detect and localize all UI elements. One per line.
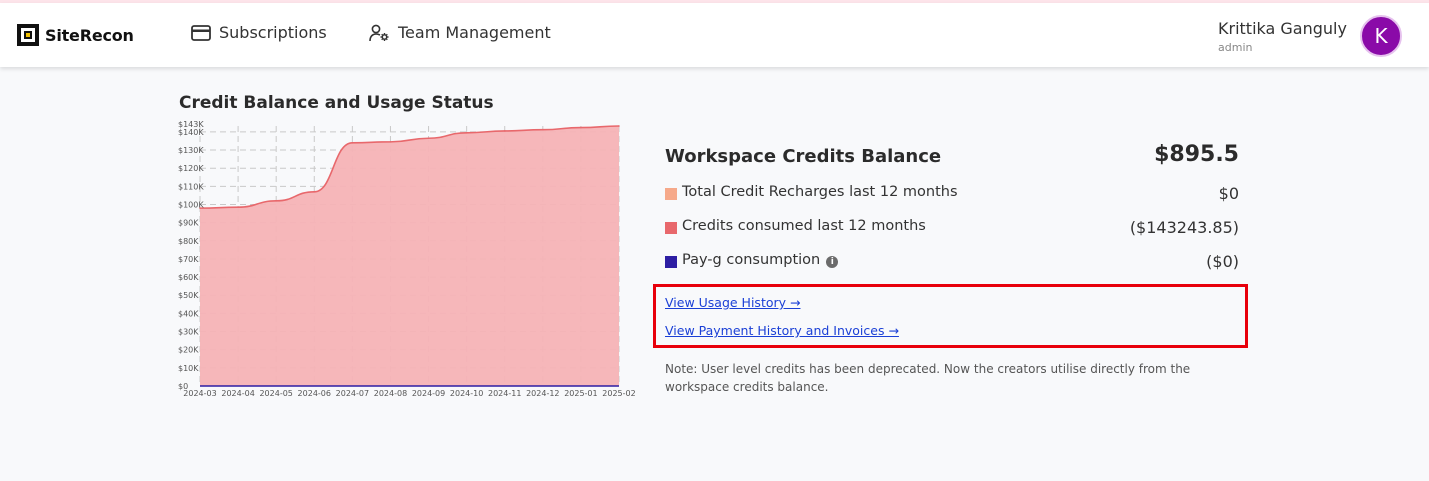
highlight-box bbox=[653, 284, 1248, 348]
data-point bbox=[351, 141, 354, 144]
data-point bbox=[580, 126, 582, 129]
x-tick-label: 2024-07 bbox=[336, 389, 369, 398]
view-payment-history-label: View Payment History and Invoices bbox=[665, 323, 885, 338]
y-tick-label: $130K bbox=[178, 146, 204, 155]
payg-swatch bbox=[665, 256, 677, 268]
credit-balance-chart: $0$10K$20K$30K$40K$50K$60K$70K$80K$90K$1… bbox=[178, 120, 636, 398]
user-role: admin bbox=[1218, 41, 1253, 54]
x-tick-label: 2024-06 bbox=[298, 389, 331, 398]
arrow-right-icon: → bbox=[786, 295, 801, 310]
y-tick-label: $10K bbox=[178, 364, 199, 373]
stat-label: Credits consumed last 12 months bbox=[682, 218, 926, 234]
y-tick-label: $40K bbox=[178, 309, 199, 318]
nav-team-management-label: Team Management bbox=[398, 23, 551, 42]
balance-label: Workspace Credits Balance bbox=[665, 146, 942, 167]
chart-area bbox=[199, 125, 620, 387]
stat-recharges: Total Credit Recharges last 12 months $0 bbox=[665, 184, 1239, 206]
stat-payg: Pay-g consumption i ($0) bbox=[665, 252, 1239, 274]
x-tick-label: 2025-01 bbox=[564, 389, 597, 398]
x-tick-label: 2025-02 bbox=[602, 389, 635, 398]
y-tick-label: $80K bbox=[178, 237, 199, 246]
x-tick-label: 2024-05 bbox=[259, 389, 292, 398]
x-tick-label: 2024-09 bbox=[412, 389, 445, 398]
top-navbar: SiteRecon Subscriptions Team Management … bbox=[0, 3, 1429, 67]
info-icon[interactable]: i bbox=[826, 256, 839, 268]
balance-row: Workspace Credits Balance $895.5 bbox=[665, 140, 1239, 172]
user-gear-icon bbox=[369, 24, 389, 41]
balance-value: $895.5 bbox=[1154, 142, 1239, 167]
nav-team-management[interactable]: Team Management bbox=[369, 23, 551, 42]
data-point bbox=[618, 125, 620, 127]
stat-value: ($0) bbox=[1206, 252, 1239, 271]
y-tick-label: $140K bbox=[178, 128, 204, 137]
data-point bbox=[313, 190, 316, 193]
chart-title: Credit Balance and Usage Status bbox=[179, 93, 494, 113]
y-tick-label: $20K bbox=[178, 346, 199, 355]
arrow-right-icon: → bbox=[884, 323, 899, 338]
data-point bbox=[237, 206, 239, 209]
y-tick-label: $30K bbox=[178, 328, 199, 337]
data-point bbox=[503, 130, 506, 132]
y-tick-label: $60K bbox=[178, 273, 199, 282]
y-tick-label: $50K bbox=[178, 291, 199, 300]
view-usage-history-link[interactable]: View Usage History → bbox=[665, 295, 800, 310]
x-tick-label: 2024-12 bbox=[526, 389, 559, 398]
nav-subscriptions-label: Subscriptions bbox=[219, 23, 327, 42]
data-point bbox=[465, 131, 468, 134]
x-tick-label: 2024-03 bbox=[183, 389, 216, 398]
nav-subscriptions[interactable]: Subscriptions bbox=[191, 23, 327, 42]
x-tick-label: 2024-04 bbox=[221, 389, 254, 398]
consumed-swatch bbox=[665, 222, 677, 234]
y-tick-label: $100K bbox=[178, 200, 204, 209]
view-payment-history-link[interactable]: View Payment History and Invoices → bbox=[665, 323, 899, 338]
x-tick-label: 2024-10 bbox=[450, 389, 483, 398]
y-tick-label: $90K bbox=[178, 219, 199, 228]
chart-x-axis: 2024-03 2024-04 2024-05 2024-06 2024-07 2024-… bbox=[183, 389, 635, 398]
avatar[interactable]: K bbox=[1360, 15, 1402, 57]
stat-value: ($143243.85) bbox=[1129, 218, 1239, 237]
brand-name: SiteRecon bbox=[45, 25, 134, 45]
view-usage-history-label: View Usage History bbox=[665, 295, 787, 310]
recharges-swatch bbox=[665, 188, 677, 200]
stat-label: Pay-g consumption bbox=[682, 252, 821, 268]
y-tick-label: $143K bbox=[178, 120, 204, 129]
y-tick-label: $70K bbox=[178, 255, 199, 264]
data-point bbox=[542, 128, 544, 131]
siterecon-logo-icon bbox=[17, 24, 39, 46]
data-point bbox=[389, 141, 392, 143]
stat-value: $0 bbox=[1218, 184, 1239, 203]
stat-label: Total Credit Recharges last 12 months bbox=[682, 184, 958, 200]
stat-consumed: Credits consumed last 12 months ($143243… bbox=[665, 218, 1239, 240]
x-tick-label: 2024-11 bbox=[488, 389, 521, 398]
y-tick-label: $110K bbox=[178, 182, 204, 191]
brand-logo[interactable]: SiteRecon bbox=[17, 24, 134, 46]
deprecation-note: Note: User level credits has been deprec… bbox=[665, 362, 1191, 394]
stat-label-wrap: Pay-g consumption i bbox=[682, 252, 839, 268]
user-name: Krittika Ganguly bbox=[1218, 19, 1347, 38]
series-area-fill bbox=[200, 126, 619, 386]
data-point bbox=[427, 137, 430, 140]
y-tick-label: $120K bbox=[178, 164, 204, 173]
x-tick-label: 2024-08 bbox=[374, 389, 407, 398]
credit-card-icon bbox=[191, 24, 211, 41]
data-point bbox=[275, 200, 277, 202]
